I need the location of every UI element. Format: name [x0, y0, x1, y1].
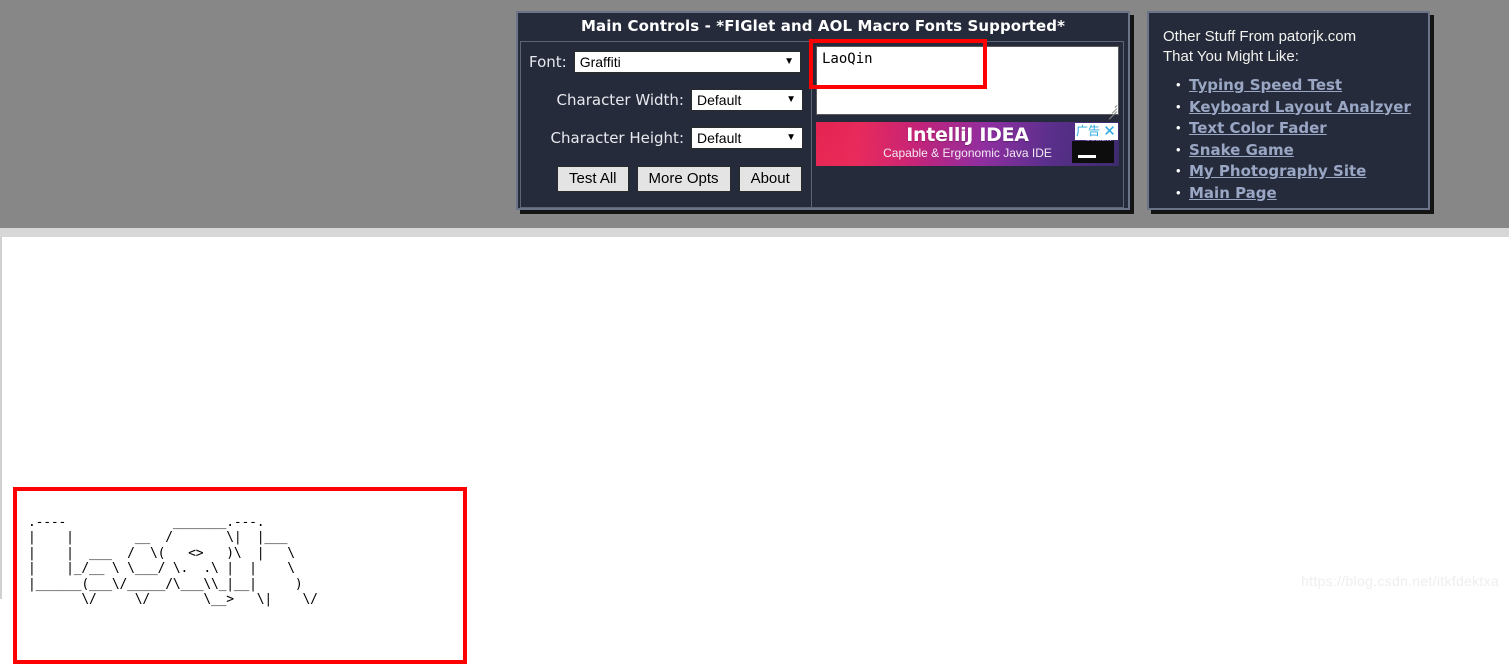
character-height-row: Character Height: Default ▼ [529, 127, 809, 149]
main-controls-panel: Main Controls - *FIGlet and AOL Macro Fo… [516, 11, 1130, 210]
other-stuff-heading: Other Stuff From patorjk.com That You Mi… [1163, 28, 1357, 65]
main-controls-body: Font: Graffiti ▼ Character Width: Defaul… [520, 41, 1126, 208]
font-select-value: Graffiti [579, 54, 621, 70]
character-height-select[interactable]: Default ▼ [691, 127, 803, 149]
watermark-text: https://blog.csdn.net/itkfdektxa [1301, 573, 1499, 589]
chevron-down-icon: ▼ [784, 56, 794, 67]
font-select[interactable]: Graffiti ▼ [573, 51, 801, 73]
list-item: Text Color Fader [1176, 118, 1416, 140]
other-stuff-link-list: Typing Speed Test Keyboard Layout Analzy… [1163, 75, 1416, 204]
text-input-wrapper [816, 46, 1119, 120]
font-label: Font: [529, 53, 567, 71]
list-item: Keyboard Layout Analzyer [1176, 97, 1416, 119]
chevron-down-icon: ▼ [786, 94, 796, 105]
character-width-row: Character Width: Default ▼ [529, 89, 809, 111]
more-opts-button[interactable]: More Opts [636, 166, 731, 192]
test-all-button[interactable]: Test All [557, 166, 629, 192]
list-item: Typing Speed Test [1176, 75, 1416, 97]
link-my-photography-site[interactable]: My Photography Site [1189, 162, 1366, 180]
advertisement-banner[interactable]: IntelliJ IDEA Capable & Ergonomic Java I… [816, 122, 1119, 166]
action-button-row: Test All More Opts About [557, 166, 802, 192]
link-main-page[interactable]: Main Page [1189, 184, 1277, 202]
character-width-value: Default [697, 92, 742, 108]
ad-label-badge: 广告 [1074, 123, 1101, 140]
character-width-select[interactable]: Default ▼ [691, 89, 803, 111]
list-item: Main Page [1176, 183, 1416, 205]
character-width-label: Character Width: [556, 91, 684, 109]
controls-form-column: Font: Graffiti ▼ Character Width: Defaul… [520, 41, 812, 208]
main-controls-title: Main Controls - *FIGlet and AOL Macro Fo… [580, 17, 1066, 35]
ascii-text-input[interactable] [816, 46, 1119, 115]
character-height-value: Default [697, 130, 742, 146]
page-band-divider [0, 228, 1509, 237]
about-button[interactable]: About [738, 166, 802, 192]
list-item: My Photography Site [1176, 161, 1416, 183]
chevron-down-icon: ▼ [786, 132, 796, 143]
link-typing-speed-test[interactable]: Typing Speed Test [1189, 76, 1342, 94]
list-item: Snake Game [1176, 140, 1416, 162]
other-stuff-panel: Other Stuff From patorjk.com That You Mi… [1147, 11, 1430, 210]
link-keyboard-layout-analyzer[interactable]: Keyboard Layout Analzyer [1189, 98, 1411, 116]
ascii-art-output: .---- _______.---. | | __ / \| |___ | | … [28, 515, 318, 608]
font-row: Font: Graffiti ▼ [529, 51, 807, 73]
ascii-output-area[interactable]: .---- _______.---. | | __ / \| |___ | | … [0, 237, 1509, 664]
jetbrains-logo-icon [1072, 141, 1114, 163]
input-and-ad-column: IntelliJ IDEA Capable & Ergonomic Java I… [812, 41, 1124, 208]
link-text-color-fader[interactable]: Text Color Fader [1189, 119, 1327, 137]
ad-badge-group: 广告 ✕ [1074, 123, 1118, 140]
link-snake-game[interactable]: Snake Game [1189, 141, 1294, 159]
close-icon[interactable]: ✕ [1101, 123, 1118, 140]
character-height-label: Character Height: [550, 129, 684, 147]
